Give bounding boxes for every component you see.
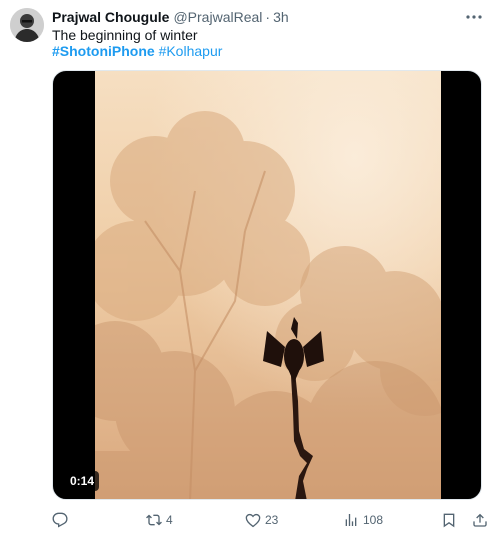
tweet-actions: 4 23 108	[52, 510, 488, 530]
author-name[interactable]: Prajwal Chougule	[52, 9, 169, 25]
reply-icon	[52, 512, 68, 528]
share-button[interactable]	[472, 510, 488, 530]
bookmark-icon	[443, 513, 455, 528]
video-duration: 0:14	[65, 471, 100, 491]
hashtag-link[interactable]: #ShotoniPhone	[52, 43, 155, 59]
tweet-text: The beginning of winter	[52, 27, 198, 43]
tweet-header: Prajwal Chougule @PrajwalReal · 3h	[52, 8, 289, 26]
author-handle[interactable]: @PrajwalReal	[173, 9, 262, 25]
reply-button[interactable]	[52, 510, 68, 530]
bookmark-button[interactable]	[441, 510, 457, 530]
tweet-time[interactable]: 3h	[273, 9, 289, 25]
video-player[interactable]: 0:14	[52, 70, 482, 500]
hashtag-link[interactable]: #Kolhapur	[159, 43, 223, 59]
more-icon	[466, 15, 482, 19]
like-count: 23	[265, 513, 279, 527]
like-button[interactable]: 23	[245, 510, 278, 530]
share-icon	[473, 513, 487, 527]
video-frame	[95, 71, 441, 499]
heart-icon	[245, 513, 261, 528]
retweet-icon	[146, 514, 162, 526]
views-icon	[345, 514, 357, 526]
tweet-hashtags: #ShotoniPhone #Kolhapur	[52, 43, 222, 60]
separator: ·	[265, 9, 271, 25]
tweet[interactable]: Prajwal Chougule @PrajwalReal · 3h The b…	[0, 0, 492, 534]
retweet-button[interactable]: 4	[146, 510, 173, 530]
avatar[interactable]	[10, 8, 44, 42]
more-options-button[interactable]	[464, 8, 484, 26]
views-button[interactable]: 108	[343, 510, 383, 530]
retweet-count: 4	[166, 513, 173, 527]
views-count: 108	[363, 513, 384, 527]
